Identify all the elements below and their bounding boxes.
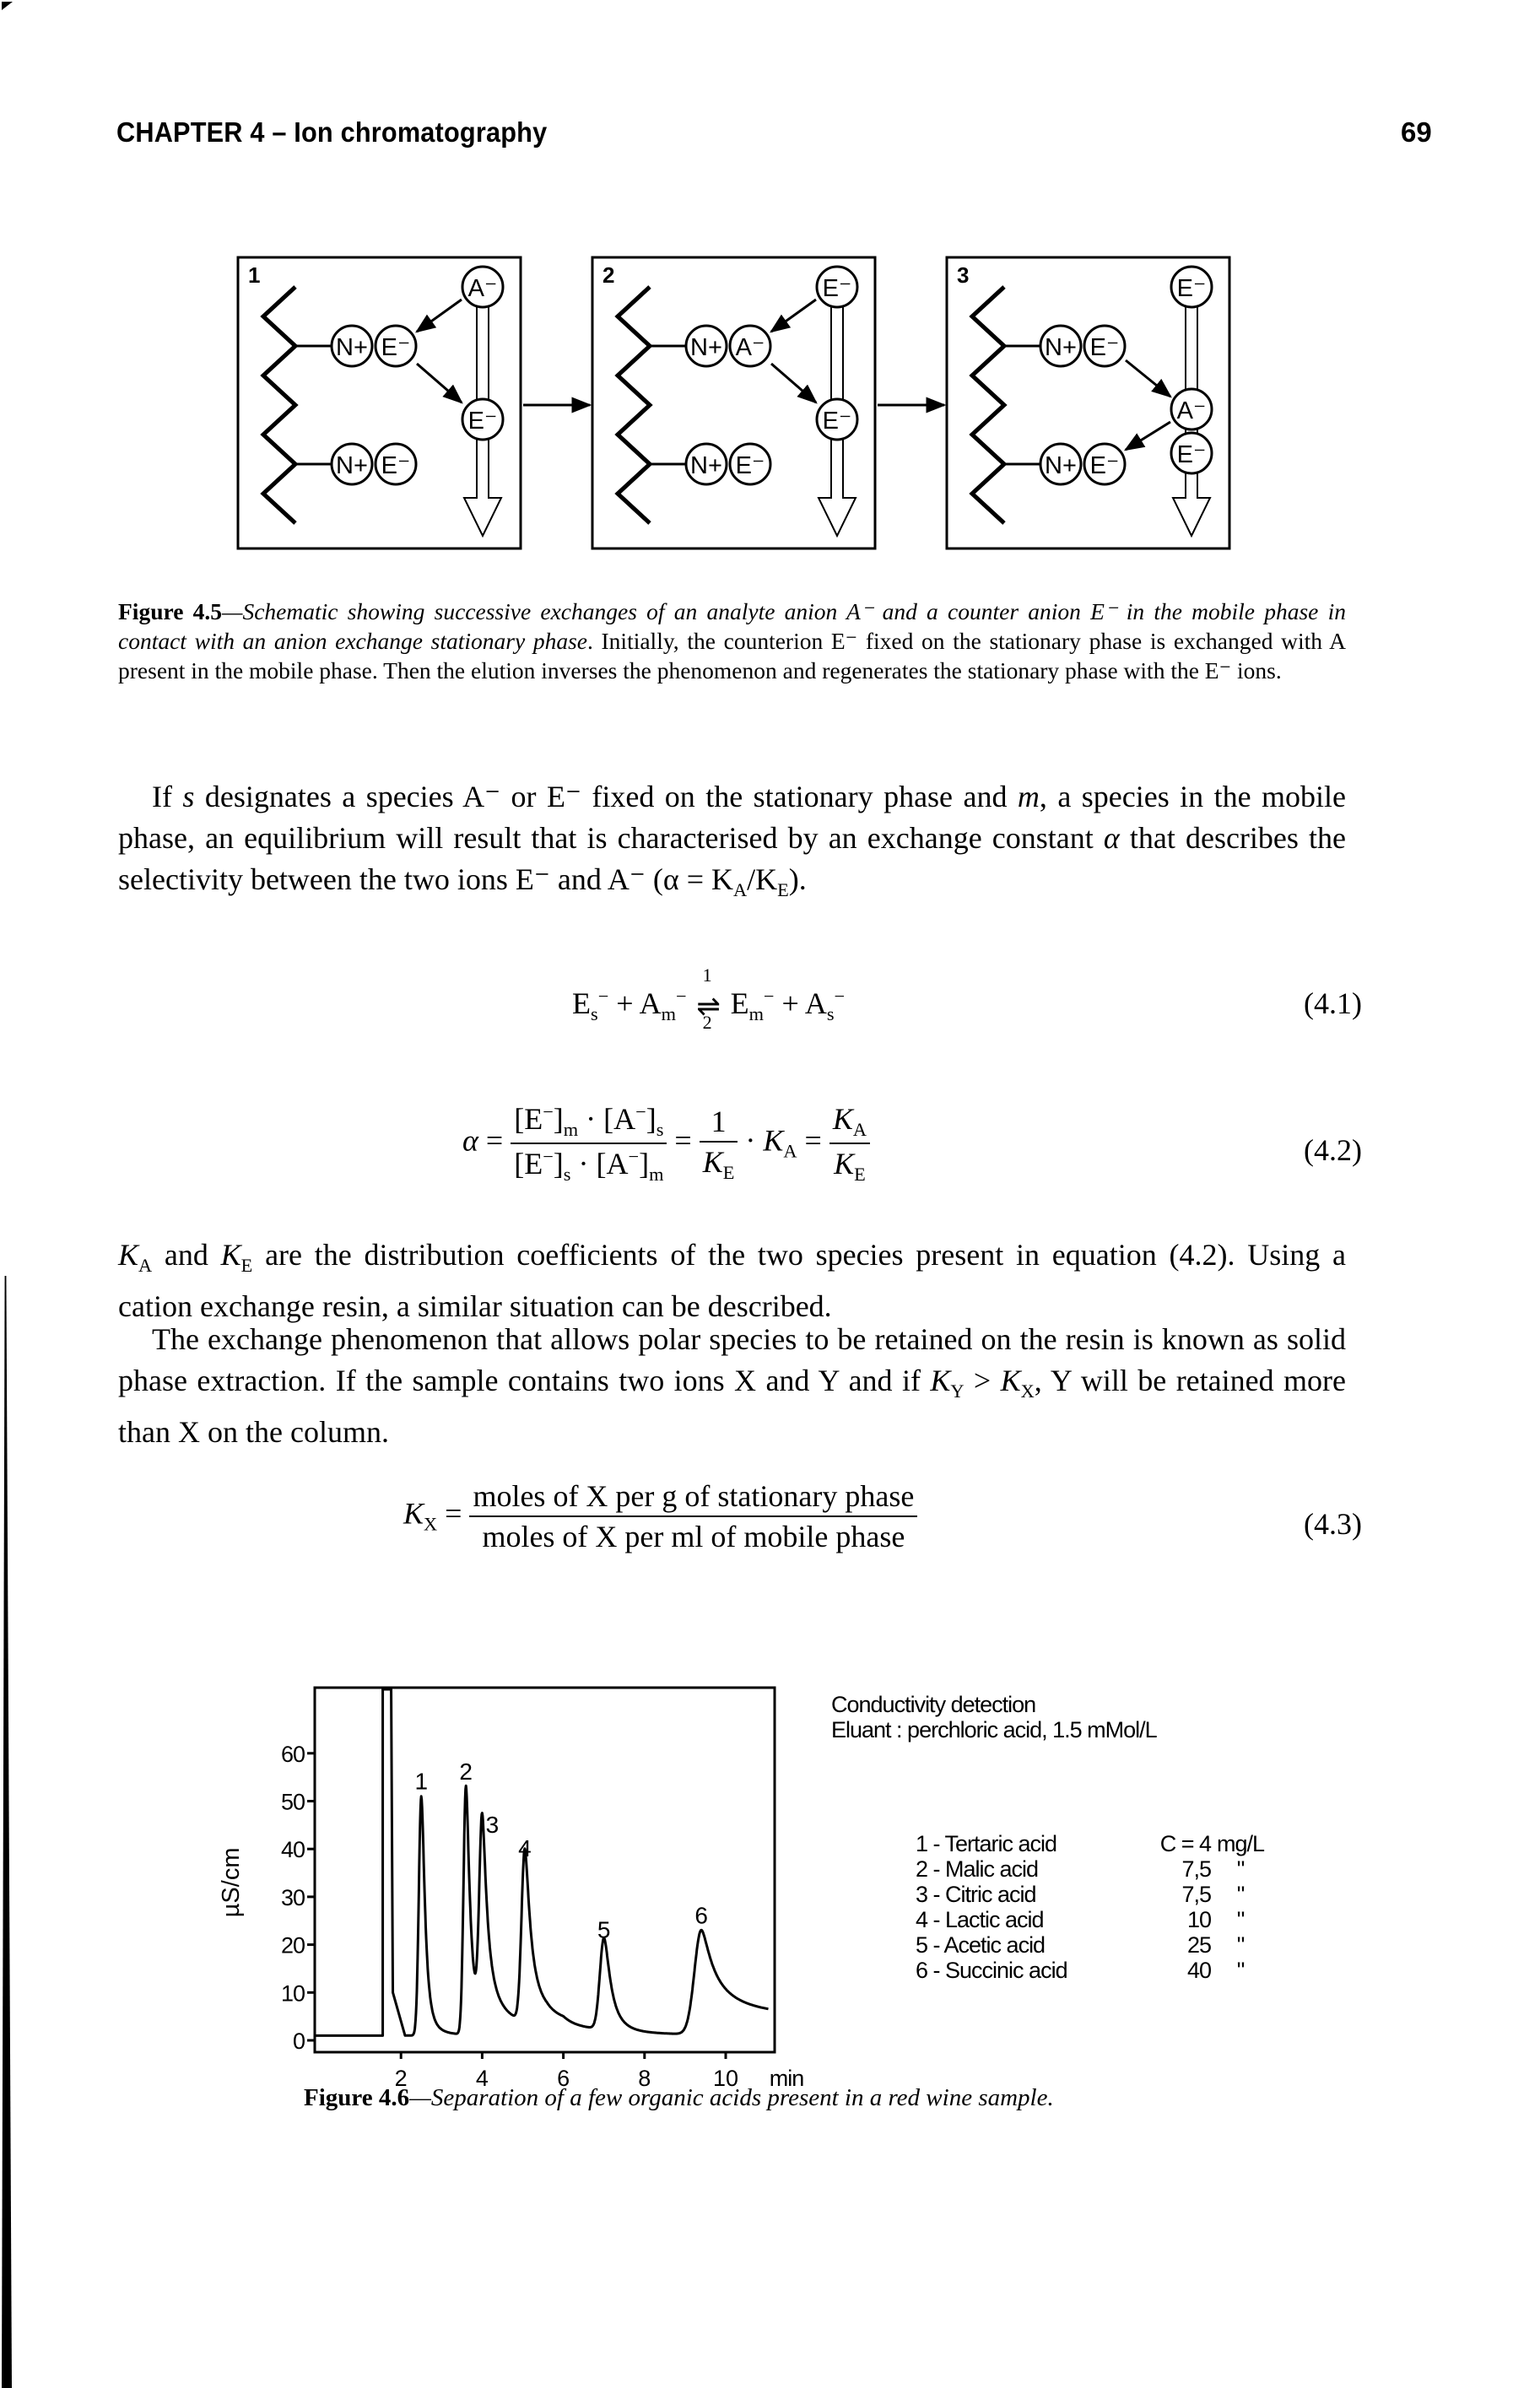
legend-unit: "	[1236, 1882, 1246, 1907]
legend-concentration: C = 4	[1159, 1831, 1212, 1856]
legend-concentration: 40	[1186, 1958, 1212, 1983]
legend-concentration: 7,5	[1181, 1856, 1212, 1882]
legend-row: 6 - Succinic acid 40 "	[916, 1958, 1270, 1983]
legend-unit: "	[1236, 1958, 1246, 1983]
legend-compound: 1 - Tertaric acid	[916, 1831, 1057, 1856]
detection-conditions: Conductivity detection Eluant : perchlor…	[831, 1692, 1158, 1742]
legend-compound: 4 - Lactic acid	[916, 1907, 1045, 1932]
y-tick-label: 10	[281, 1980, 305, 2006]
legend-concentration: 10	[1186, 1907, 1212, 1932]
peak-legend: 1 - Tertaric acid C = 4 mg/L 2 - Malic acid…	[916, 1831, 1270, 1983]
legend-concentration: 25	[1186, 1932, 1212, 1958]
y-tick-label: 60	[281, 1742, 305, 1767]
legend-unit: "	[1236, 1932, 1246, 1958]
chromatogram-chart: 01020304050602 4 6 8 10 minµS/cm1 23456	[218, 1686, 804, 2091]
peak-label: 6	[694, 1902, 708, 1928]
legend-unit: "	[1236, 1907, 1246, 1932]
legend-compound: 2 - Malic acid	[916, 1856, 1039, 1882]
y-tick-label: 40	[281, 1837, 305, 1862]
peak-label: 2	[459, 1759, 473, 1785]
legend-row: 1 - Tertaric acid C = 4 mg/L	[916, 1831, 1270, 1856]
legend-row: 3 - Citric acid 7,5 "	[916, 1882, 1270, 1907]
y-tick-label: 20	[281, 1933, 305, 1958]
y-axis-label: µS/cm	[218, 1847, 245, 1917]
y-tick-label: 0	[293, 2029, 305, 2054]
peak-label: 3	[486, 1812, 500, 1838]
legend-compound: 5 - Acetic acid	[916, 1932, 1046, 1958]
legend-concentration: 7,5	[1181, 1882, 1212, 1907]
y-tick-label: 50	[281, 1790, 305, 1815]
peak-label: 4	[518, 1835, 532, 1861]
legend-compound: 3 - Citric acid	[916, 1882, 1037, 1907]
legend-unit: mg/L	[1216, 1831, 1265, 1856]
y-tick-label: 30	[281, 1885, 305, 1910]
eluant: Eluant : perchloric acid, 1.5 mMol/L	[831, 1717, 1158, 1742]
peak-label: 5	[597, 1916, 611, 1942]
chromatogram-trace	[316, 1688, 770, 2037]
legend-compound: 6 - Succinic acid	[916, 1958, 1068, 1983]
figure-4-6-caption: Figure 4.6—Separation of a few organic a…	[304, 2084, 1054, 2111]
detection-mode: Conductivity detection	[831, 1692, 1036, 1717]
peak-label: 1	[414, 1769, 428, 1795]
legend-unit: "	[1236, 1856, 1246, 1882]
legend-row: 4 - Lactic acid 10 "	[916, 1907, 1270, 1932]
legend-row: 5 - Acetic acid 25 "	[916, 1932, 1270, 1958]
legend-row: 2 - Malic acid 7,5 "	[916, 1856, 1270, 1882]
